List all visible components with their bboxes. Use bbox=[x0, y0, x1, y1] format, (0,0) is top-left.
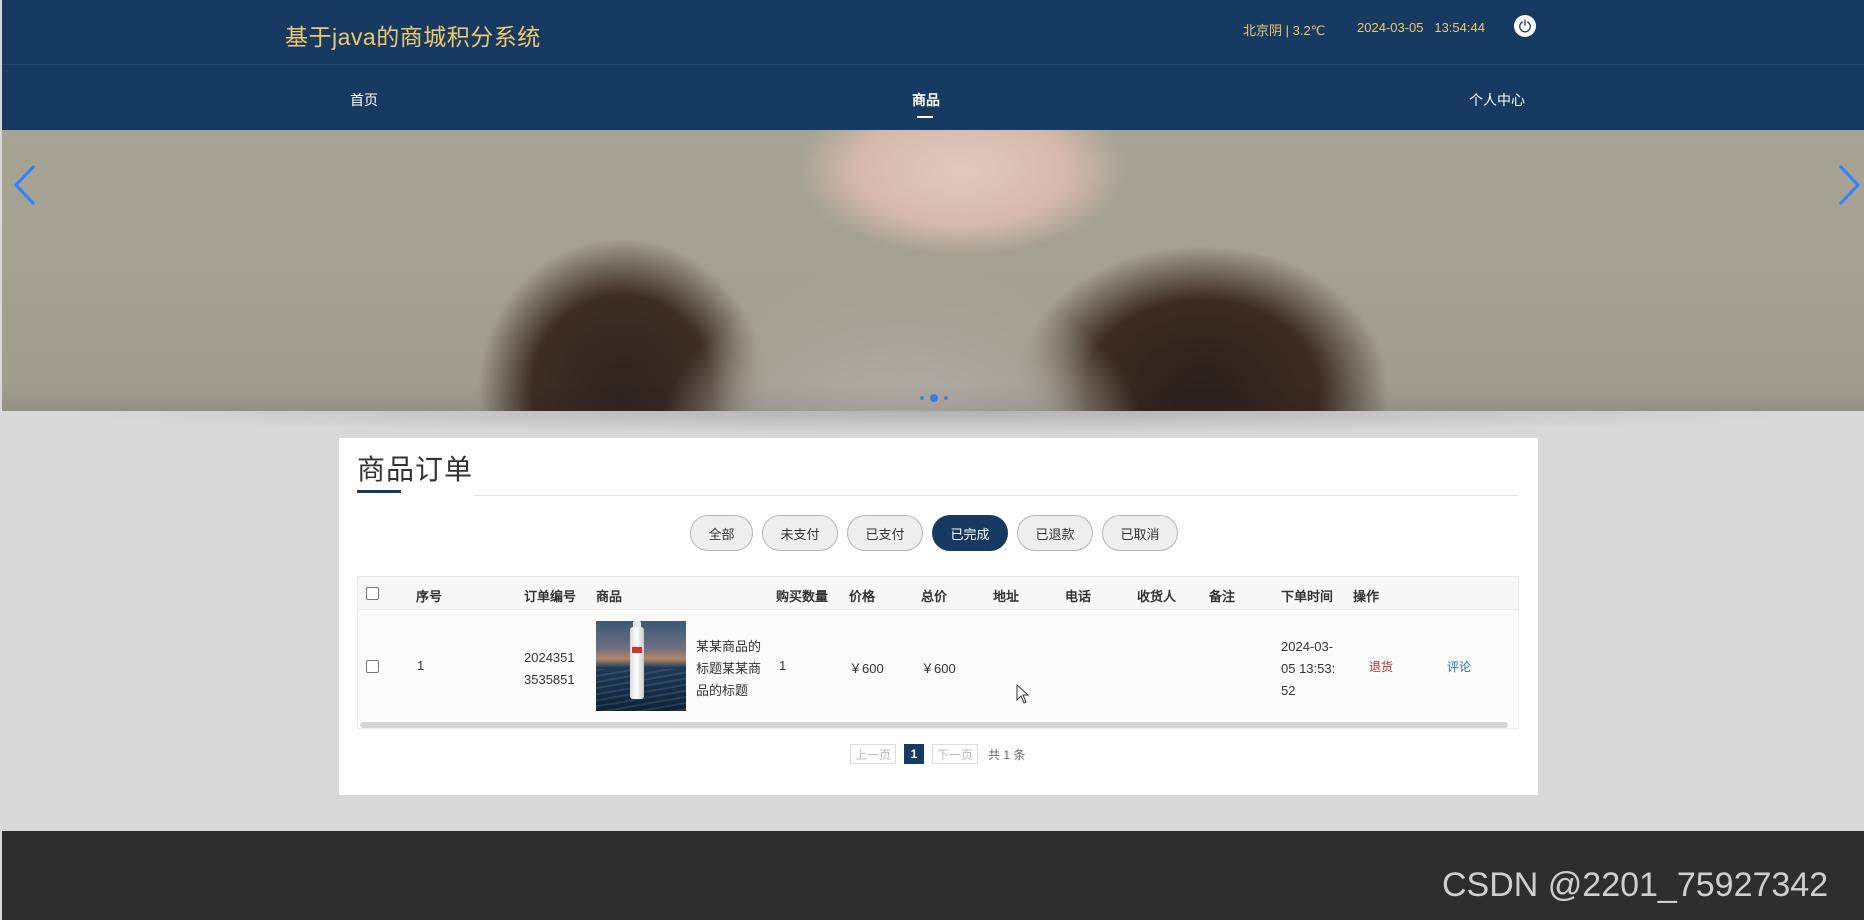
datetime: 2024-03-05 13:54:44 bbox=[1357, 20, 1485, 35]
chevron-right-icon[interactable] bbox=[1834, 160, 1864, 210]
filter-unpaid[interactable]: 未支付 bbox=[762, 515, 838, 551]
orders-table: 序号 订单编号 商品 购买数量 价格 总价 地址 电话 收货人 备注 下单时间 … bbox=[357, 576, 1519, 729]
carousel-dot[interactable] bbox=[944, 396, 948, 400]
row-index: 1 bbox=[417, 658, 425, 673]
bottle-label bbox=[632, 647, 642, 653]
review-button[interactable]: 评论 bbox=[1447, 658, 1471, 675]
nav-user-center[interactable]: 个人中心 bbox=[1469, 90, 1525, 110]
bottle-shape bbox=[630, 627, 644, 699]
banner-shadow bbox=[40, 411, 1840, 435]
col-actions: 操作 bbox=[1353, 589, 1380, 604]
chevron-left-icon[interactable] bbox=[10, 160, 40, 210]
total-count: 共 1 条 bbox=[988, 747, 1026, 762]
order-filter-tabs: 全部 未支付 已支付 已完成 已退款 已取消 bbox=[690, 515, 1178, 551]
weather-info: 北京阴 | 3.2℃ bbox=[1243, 23, 1326, 38]
nav-goods[interactable]: 商品 bbox=[912, 90, 940, 118]
order-time-line: 05 13:53: bbox=[1281, 661, 1336, 676]
carousel-dot-active[interactable] bbox=[930, 394, 938, 402]
filter-refunded[interactable]: 已退款 bbox=[1017, 515, 1093, 551]
col-remark: 备注 bbox=[1209, 589, 1236, 604]
prev-page-button[interactable]: 上一页 bbox=[850, 744, 897, 764]
select-all-checkbox[interactable] bbox=[366, 587, 379, 600]
table-row: 1 2024351 3535851 某某商品的 标题某某商 品的标题 1 ￥60… bbox=[358, 610, 1518, 720]
page-number-current[interactable]: 1 bbox=[904, 744, 925, 764]
col-phone: 电话 bbox=[1065, 589, 1092, 604]
watermark: CSDN @2201_75927342 bbox=[1442, 866, 1829, 904]
power-icon bbox=[1519, 19, 1531, 33]
order-no-line: 2024351 bbox=[524, 650, 575, 665]
horizontal-scrollbar[interactable] bbox=[360, 722, 1508, 728]
col-total: 总价 bbox=[921, 589, 948, 604]
col-quantity: 购买数量 bbox=[776, 589, 829, 604]
col-receiver: 收货人 bbox=[1137, 589, 1177, 604]
product-title-line: 某某商品的 bbox=[696, 639, 762, 654]
title-underline bbox=[357, 490, 401, 493]
table-header: 序号 订单编号 商品 购买数量 价格 总价 地址 电话 收货人 备注 下单时间 … bbox=[358, 577, 1518, 610]
row-checkbox[interactable] bbox=[366, 660, 379, 673]
refund-button[interactable]: 退货 bbox=[1369, 658, 1393, 675]
filter-cancelled[interactable]: 已取消 bbox=[1102, 515, 1178, 551]
product-title-line: 品的标题 bbox=[696, 683, 749, 698]
banner-carousel bbox=[2, 130, 1864, 411]
row-product-title[interactable]: 某某商品的 标题某某商 品的标题 bbox=[696, 636, 761, 702]
row-quantity: 1 bbox=[779, 658, 787, 673]
row-order-time: 2024-03- 05 13:53: 52 bbox=[1281, 636, 1335, 702]
pagination: 上一页 1 下一页 共 1 条 bbox=[850, 744, 1025, 764]
carousel-dots bbox=[920, 394, 948, 402]
filter-paid[interactable]: 已支付 bbox=[847, 515, 923, 551]
order-time-line: 2024-03- bbox=[1281, 639, 1334, 654]
carousel-dot[interactable] bbox=[920, 396, 924, 400]
top-bar: 基于java的商城积分系统 北京阴 | 3.2℃ 2024-03-05 13:5… bbox=[2, 0, 1864, 64]
filter-all[interactable]: 全部 bbox=[690, 515, 753, 551]
product-thumbnail[interactable] bbox=[596, 621, 686, 711]
site-title: 基于java的商城积分系统 bbox=[285, 24, 541, 50]
mouse-cursor-icon bbox=[1016, 684, 1030, 704]
filter-completed[interactable]: 已完成 bbox=[932, 515, 1008, 551]
col-index: 序号 bbox=[416, 589, 443, 604]
row-price: ￥600 bbox=[849, 661, 884, 676]
product-title-line: 标题某某商 bbox=[696, 661, 762, 676]
order-no-line: 3535851 bbox=[524, 672, 575, 687]
main-nav: 首页 商品 个人中心 bbox=[2, 64, 1864, 130]
row-order-no: 2024351 3535851 bbox=[524, 647, 575, 691]
col-product: 商品 bbox=[596, 589, 623, 604]
row-total: ￥600 bbox=[921, 661, 956, 676]
next-page-button[interactable]: 下一页 bbox=[932, 744, 979, 764]
col-address: 地址 bbox=[993, 589, 1020, 604]
orders-panel: 商品订单 全部 未支付 已支付 已完成 已退款 已取消 序号 订单编号 商品 购… bbox=[339, 438, 1538, 795]
nav-home[interactable]: 首页 bbox=[350, 90, 378, 110]
page-title: 商品订单 bbox=[357, 454, 474, 485]
col-price: 价格 bbox=[849, 589, 876, 604]
col-order-no: 订单编号 bbox=[524, 589, 577, 604]
logout-button[interactable] bbox=[1514, 15, 1536, 37]
col-order-time: 下单时间 bbox=[1281, 589, 1334, 604]
title-divider bbox=[473, 495, 1519, 496]
order-time-line: 52 bbox=[1281, 683, 1296, 698]
